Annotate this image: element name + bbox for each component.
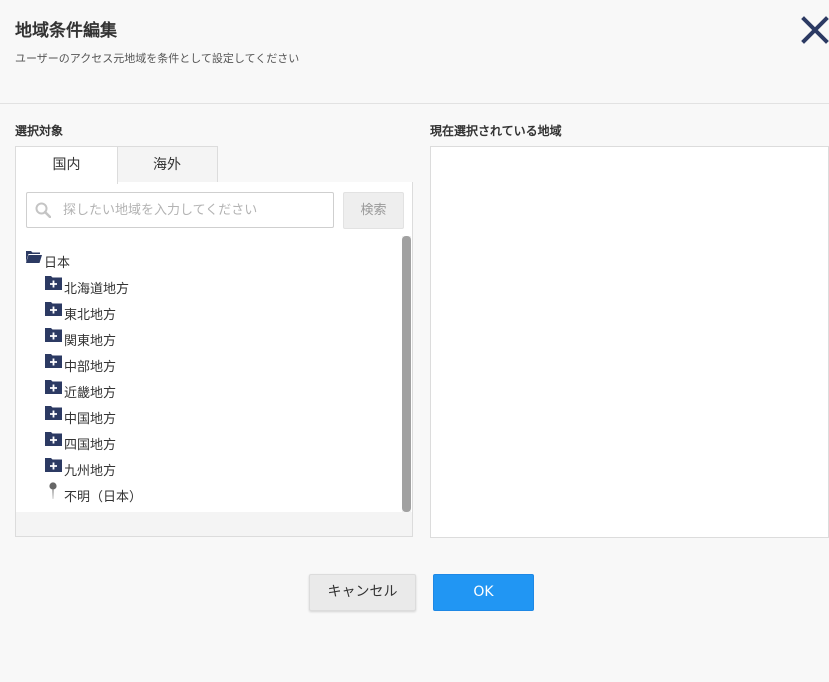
- tree-item-label: 近畿地方: [64, 386, 117, 401]
- dialog-subtitle: ユーザーのアクセス元地域を条件として設定してください: [15, 52, 300, 65]
- dialog-title: 地域条件編集: [15, 21, 117, 41]
- tab-domestic[interactable]: 国内: [15, 146, 118, 184]
- tree-item-hokkaido[interactable]: 北海道地方: [25, 274, 395, 300]
- search-field: [26, 192, 334, 228]
- tree-item-label: 中部地方: [64, 360, 117, 375]
- folder-plus-icon: [45, 302, 62, 320]
- folder-plus-icon: [45, 458, 62, 476]
- tree-item-label: 日本: [44, 256, 71, 271]
- tab-overseas[interactable]: 海外: [116, 146, 218, 184]
- region-tree: 日本 北海道地方 東北地方 関東地方 中部地方 近畿地方 中国地方 四国地方 九…: [25, 248, 395, 508]
- tree-item-label: 東北地方: [64, 308, 117, 323]
- search-button[interactable]: 検索: [343, 192, 404, 229]
- folder-plus-icon: [45, 276, 62, 294]
- search-input[interactable]: [61, 194, 331, 226]
- cancel-button[interactable]: キャンセル: [309, 574, 416, 611]
- tree-item-shikoku[interactable]: 四国地方: [25, 430, 395, 456]
- tree-item-japan[interactable]: 日本: [25, 248, 395, 274]
- tree-item-chubu[interactable]: 中部地方: [25, 352, 395, 378]
- tree-item-unknown-japan[interactable]: 不明（日本）: [25, 482, 395, 508]
- tree-item-label: 不明（日本）: [64, 490, 143, 505]
- tree-item-tohoku[interactable]: 東北地方: [25, 300, 395, 326]
- tree-item-label: 関東地方: [64, 334, 117, 349]
- search-icon: [35, 202, 52, 219]
- tree-item-label: 中国地方: [64, 412, 117, 427]
- folder-plus-icon: [45, 406, 62, 424]
- tree-item-chugoku[interactable]: 中国地方: [25, 404, 395, 430]
- header-divider: [0, 103, 829, 104]
- tree-scrollbar[interactable]: [402, 236, 411, 512]
- region-tabs: 国内 海外: [15, 146, 412, 184]
- tree-item-label: 北海道地方: [64, 282, 130, 297]
- folder-plus-icon: [45, 380, 62, 398]
- scrollbar-thumb[interactable]: [402, 236, 411, 512]
- selection-target-label: 選択対象: [15, 124, 64, 138]
- tree-item-label: 九州地方: [64, 464, 117, 479]
- tree-item-kanto[interactable]: 関東地方: [25, 326, 395, 352]
- folder-open-icon: [26, 250, 42, 268]
- tree-item-label: 四国地方: [64, 438, 117, 453]
- tree-panel-footer: [16, 512, 412, 536]
- folder-plus-icon: [45, 328, 62, 346]
- current-selection-label: 現在選択されている地域: [430, 124, 562, 138]
- folder-plus-icon: [45, 354, 62, 372]
- ok-button[interactable]: OK: [433, 574, 534, 611]
- selected-regions-panel: [430, 146, 829, 538]
- map-pin-icon: [48, 482, 58, 504]
- close-icon[interactable]: [800, 14, 829, 46]
- tree-item-kinki[interactable]: 近畿地方: [25, 378, 395, 404]
- region-tree-panel: 検索 日本 北海道地方: [15, 182, 413, 537]
- folder-plus-icon: [45, 432, 62, 450]
- tree-item-kyushu[interactable]: 九州地方: [25, 456, 395, 482]
